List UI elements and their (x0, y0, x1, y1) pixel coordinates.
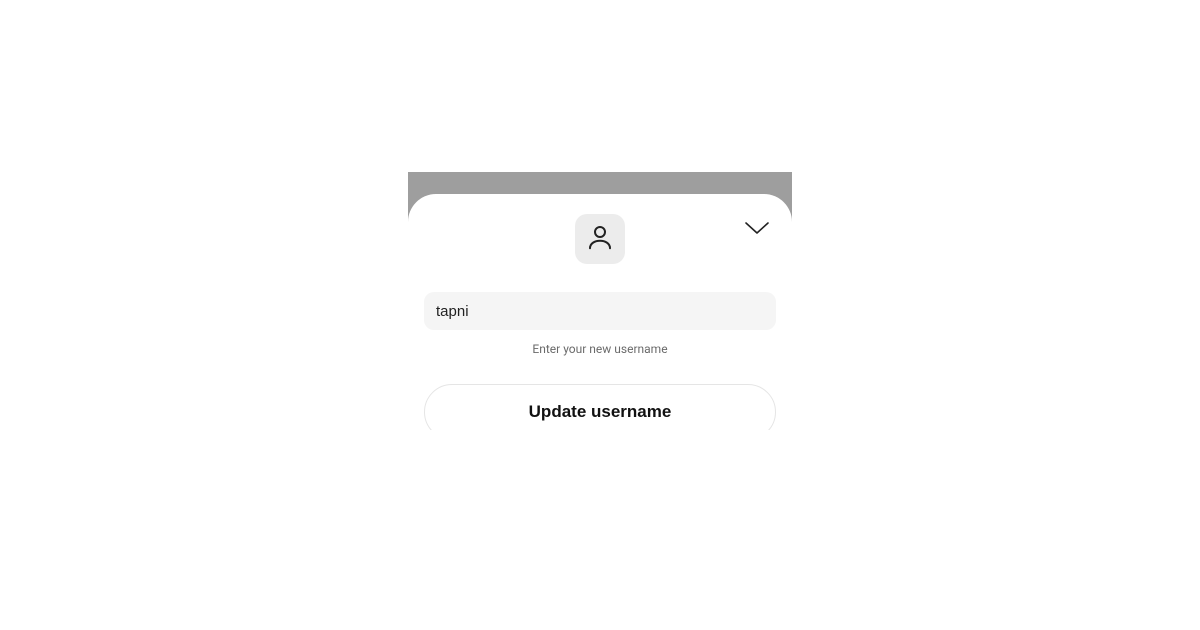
avatar-tile (575, 214, 625, 264)
username-input[interactable] (424, 292, 776, 330)
chevron-down-icon (744, 221, 770, 240)
user-icon (585, 222, 615, 256)
white-cover (408, 430, 792, 630)
sheet-header (424, 212, 776, 264)
viewport: Enter your new username Update username (0, 0, 1200, 630)
close-sheet-button[interactable] (744, 220, 770, 236)
username-hint: Enter your new username (424, 342, 776, 356)
